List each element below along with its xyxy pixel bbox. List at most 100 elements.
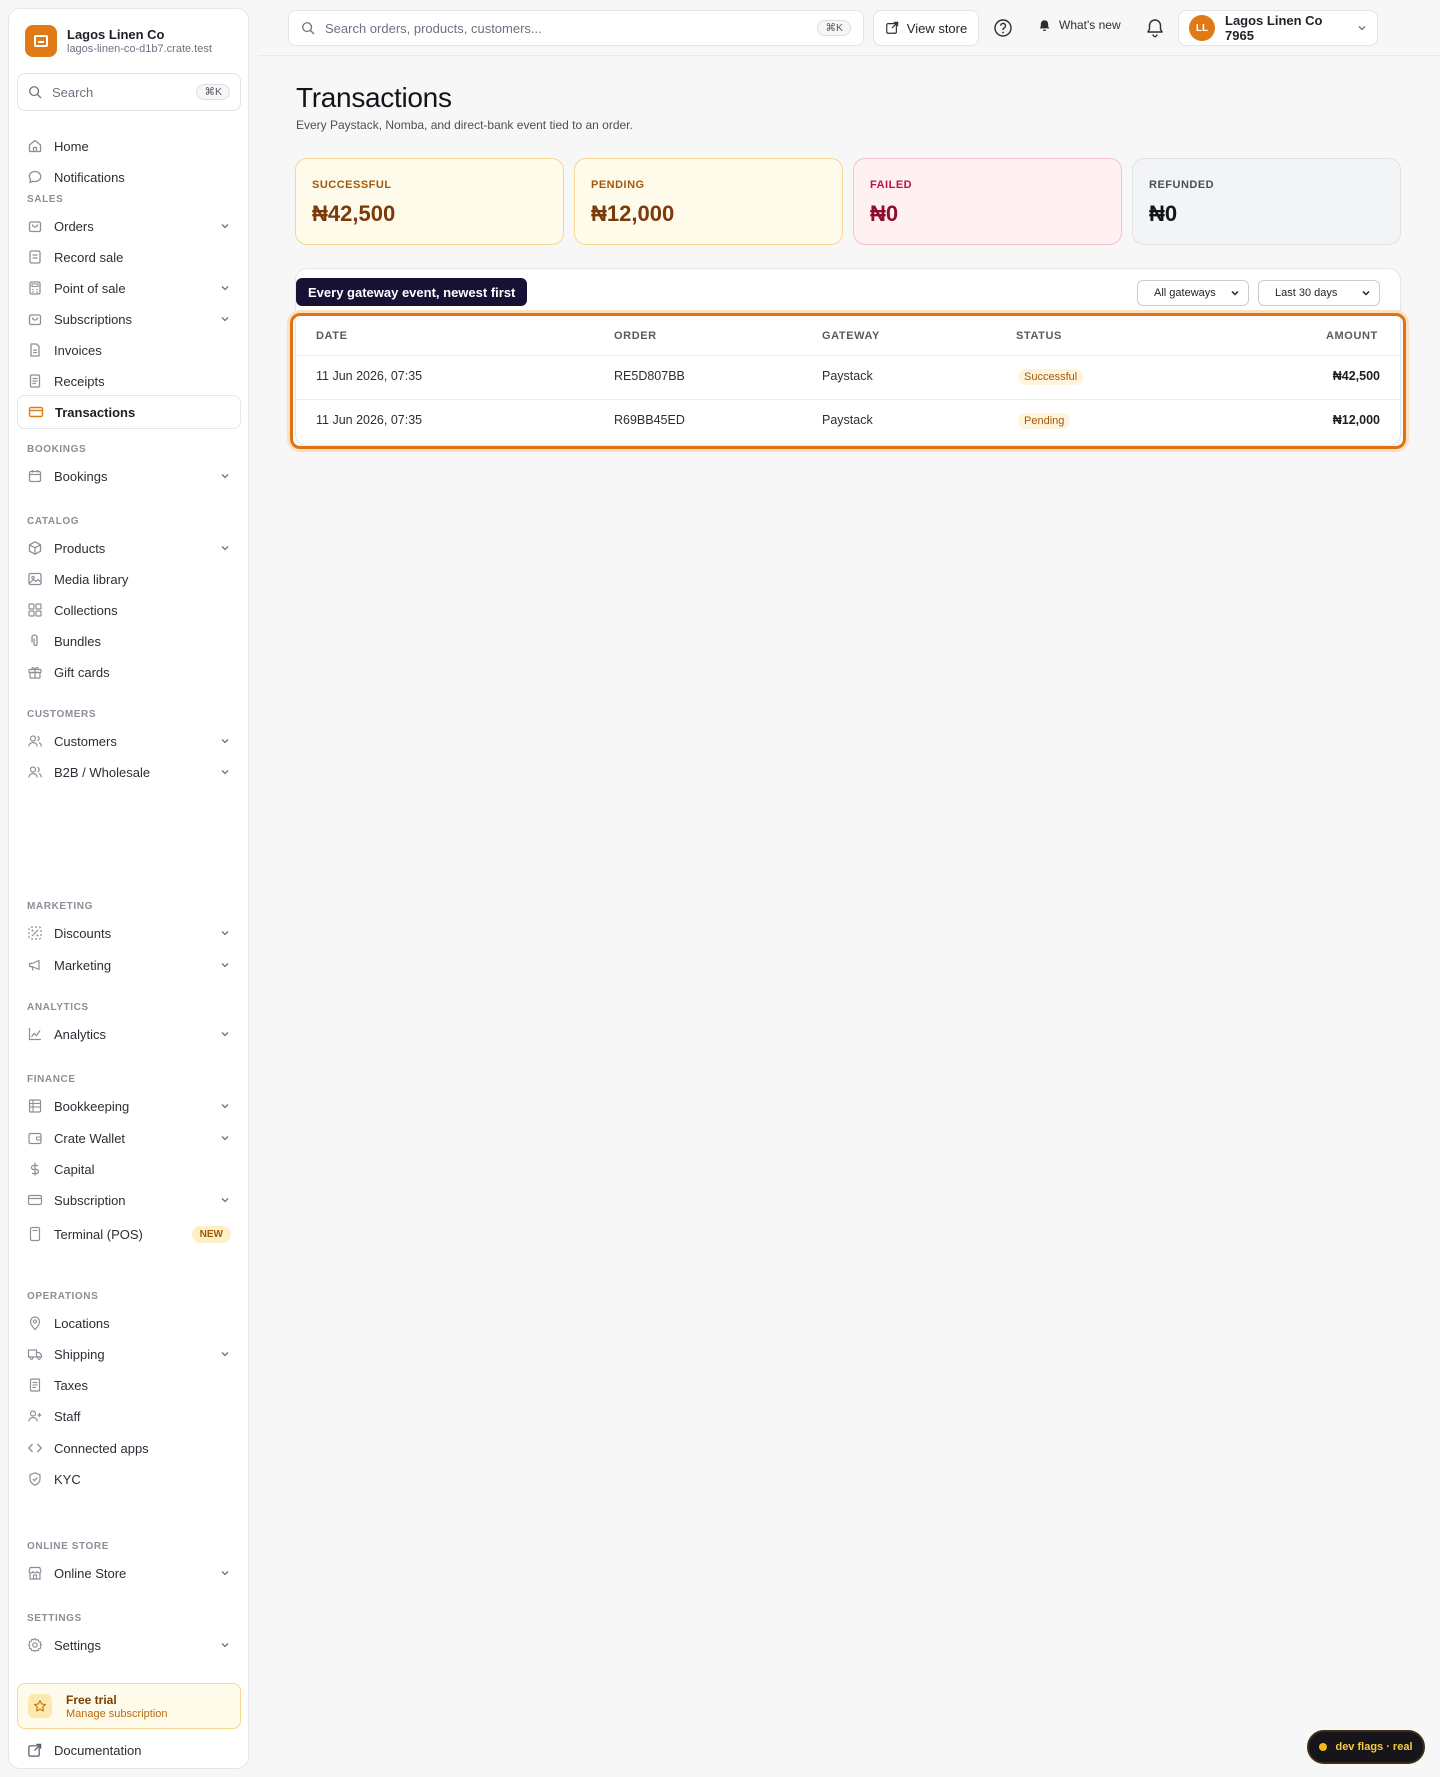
column-header-status[interactable]: STATUS	[1016, 330, 1062, 342]
cell-order[interactable]: R69BB45ED	[614, 413, 685, 427]
user-plus-icon	[27, 1408, 43, 1424]
cell-order[interactable]: RE5D807BB	[614, 369, 685, 383]
sidebar-item-customers[interactable]: Customers	[17, 724, 241, 758]
sidebar-item-point-of-sale[interactable]: Point of sale	[17, 271, 241, 305]
brand[interactable]: Lagos Linen Co lagos-linen-co-d1b7.crate…	[25, 25, 212, 57]
free-trial-card[interactable]: Free trial Manage subscription	[17, 1683, 241, 1729]
sidebar-item-label: Transactions	[55, 404, 136, 420]
sidebar-search-label: Search	[52, 84, 94, 100]
sidebar-item-invoices[interactable]: Invoices	[17, 333, 241, 367]
sidebar-item-label: Online Store	[54, 1565, 127, 1581]
gear-icon	[27, 1637, 43, 1653]
sidebar-item-subscription[interactable]: Subscription	[17, 1183, 241, 1217]
sidebar-item-label: Collections	[54, 602, 118, 618]
sidebar-item-label: Orders	[54, 218, 94, 234]
column-header-date[interactable]: DATE	[316, 330, 348, 342]
store-logo-icon	[25, 25, 57, 57]
sidebar-item-collections[interactable]: Collections	[17, 593, 241, 627]
line-chart-icon	[27, 1026, 43, 1042]
sidebar-item-bundles[interactable]: Bundles	[17, 624, 241, 658]
chevron-down-icon	[219, 542, 231, 554]
help-icon[interactable]	[993, 18, 1013, 38]
sidebar-item-terminal-pos[interactable]: Terminal (POS) NEW	[17, 1217, 241, 1251]
dev-flags-badge[interactable]: dev flags · real	[1307, 1730, 1425, 1764]
notifications-bell-icon[interactable]	[1144, 17, 1166, 39]
whats-new-button[interactable]: What's new	[1038, 18, 1121, 32]
stat-card-failed: FAILED ₦0	[853, 158, 1122, 245]
shield-check-icon	[27, 1471, 43, 1487]
column-header-order[interactable]: ORDER	[614, 330, 657, 342]
grid-icon	[27, 602, 43, 618]
sidebar-item-record-sale[interactable]: Record sale	[17, 240, 241, 274]
gateway-filter-select[interactable]: All gateways	[1137, 280, 1249, 306]
sidebar-item-crate-wallet[interactable]: Crate Wallet	[17, 1121, 241, 1155]
documentation-link[interactable]: Documentation	[27, 1743, 141, 1758]
sidebar-item-gift-cards[interactable]: Gift cards	[17, 655, 241, 689]
sidebar-item-locations[interactable]: Locations	[17, 1306, 241, 1340]
chevron-down-icon	[219, 220, 231, 232]
sidebar-item-discounts[interactable]: Discounts	[17, 916, 241, 950]
account-menu[interactable]: LL Lagos Linen Co 7965	[1178, 10, 1378, 46]
sidebar-item-online-store[interactable]: Online Store	[17, 1556, 241, 1590]
sidebar-item-settings[interactable]: Settings	[17, 1628, 241, 1662]
terminal-device-icon	[27, 1226, 43, 1242]
sidebar-item-connected-apps[interactable]: Connected apps	[17, 1431, 241, 1465]
sidebar-item-analytics[interactable]: Analytics	[17, 1017, 241, 1051]
sidebar-item-label: Locations	[54, 1315, 110, 1331]
sidebar-item-label: Record sale	[54, 249, 124, 265]
sidebar-item-home[interactable]: Home	[17, 129, 241, 163]
section-label-catalog: CATALOG	[27, 516, 80, 527]
search-icon	[28, 85, 42, 99]
calculator-icon	[27, 280, 43, 296]
sidebar-item-bookkeeping[interactable]: Bookkeeping	[17, 1089, 241, 1123]
chevron-down-icon	[219, 470, 231, 482]
truck-icon	[27, 1346, 43, 1362]
column-header-amount[interactable]: AMOUNT	[1326, 330, 1378, 342]
view-store-button[interactable]: View store	[873, 10, 979, 46]
sidebar-item-label: Terminal (POS)	[54, 1226, 143, 1242]
chevron-down-icon	[219, 1567, 231, 1579]
sidebar-item-shipping[interactable]: Shipping	[17, 1337, 241, 1371]
chevron-down-icon	[219, 1639, 231, 1651]
search-icon	[301, 21, 315, 35]
sidebar-item-label: Bookkeeping	[54, 1098, 130, 1114]
sidebar-item-b2b-wholesale[interactable]: B2B / Wholesale	[17, 755, 241, 789]
sidebar-item-transactions[interactable]: Transactions	[17, 395, 241, 429]
ledger-icon	[27, 1098, 43, 1114]
sidebar-item-label: Gift cards	[54, 664, 110, 680]
status-badge: Successful	[1018, 369, 1084, 385]
shopping-bag-icon	[27, 218, 43, 234]
chevron-down-icon	[1230, 288, 1240, 298]
section-label-marketing: MARKETING	[27, 901, 93, 912]
home-icon	[27, 138, 43, 154]
sidebar-item-products[interactable]: Products	[17, 531, 241, 565]
cell-amount: ₦42,500	[1332, 369, 1380, 383]
sidebar-item-label: Capital	[54, 1161, 95, 1177]
sidebar-item-receipts[interactable]: Receipts	[17, 364, 241, 398]
sidebar-item-bookings[interactable]: Bookings	[17, 459, 241, 493]
sidebar-item-label: Point of sale	[54, 280, 126, 296]
sidebar-item-label: Analytics	[54, 1026, 107, 1042]
chevron-down-icon	[219, 1132, 231, 1144]
sidebar-search[interactable]: Search ⌘K	[17, 73, 241, 111]
sidebar-item-staff[interactable]: Staff	[17, 1399, 241, 1433]
sidebar-item-label: Subscription	[54, 1192, 126, 1208]
whats-new-label: What's new	[1059, 18, 1121, 32]
sidebar-item-capital[interactable]: Capital	[17, 1152, 241, 1186]
sidebar-item-notifications[interactable]: Notifications	[17, 160, 241, 194]
sidebar-item-media-library[interactable]: Media library	[17, 562, 241, 596]
dev-flags-label: dev flags · real	[1335, 1741, 1413, 1753]
period-filter-select[interactable]: Last 30 days	[1258, 280, 1380, 306]
sidebar-item-taxes[interactable]: Taxes	[17, 1368, 241, 1402]
chevron-down-icon	[1361, 288, 1371, 298]
global-search-input[interactable]: Search orders, products, customers... ⌘K	[288, 10, 864, 46]
sidebar-item-kyc[interactable]: KYC	[17, 1462, 241, 1496]
sidebar-item-subscriptions[interactable]: Subscriptions	[17, 302, 241, 336]
section-label-sales: SALES	[27, 194, 64, 205]
sidebar-item-marketing[interactable]: Marketing	[17, 948, 241, 982]
column-header-gateway[interactable]: GATEWAY	[822, 330, 880, 342]
chevron-down-icon	[219, 1348, 231, 1360]
credit-card-icon	[27, 1192, 43, 1208]
sidebar-item-label: Taxes	[54, 1377, 88, 1393]
sidebar-item-orders[interactable]: Orders	[17, 209, 241, 243]
